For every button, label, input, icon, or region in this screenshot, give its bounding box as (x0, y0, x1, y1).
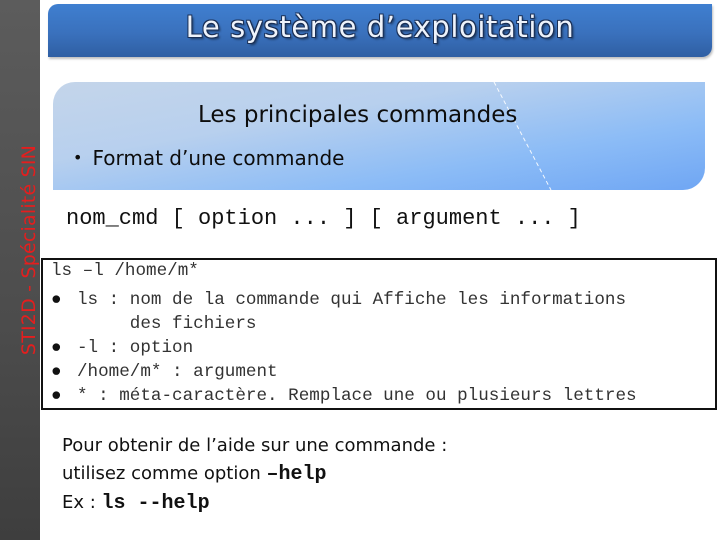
content-box: Les principales commandes • Format d’une … (53, 82, 705, 190)
example-command: ls –l /home/m* (51, 261, 199, 281)
example-bullet: ● /home/m* : argument (51, 362, 278, 382)
command-syntax: nom_cmd [ option ... ] [ argument ... ] (66, 206, 581, 231)
section-heading: Les principales commandes (198, 102, 518, 128)
dashed-divider (493, 82, 552, 190)
content-bullet: • Format d’une commande (73, 146, 344, 170)
bullet-text: Format d’une commande (92, 146, 345, 170)
example-bullet-continuation: des fichiers (51, 314, 257, 334)
example-bullet: ● ls : nom de la commande qui Affiche les… (51, 290, 626, 310)
help-line-1: Pour obtenir de l’aide sur une commande … (62, 435, 448, 456)
bullet-icon: ● (51, 338, 62, 358)
example-box: ls –l /home/m* ● ls : nom de la commande … (41, 258, 717, 410)
example-bullet: ● * : méta-caractère. Remplace une ou plu… (51, 386, 637, 406)
bullet-text: /home/m* : argument (77, 362, 278, 382)
bullet-text: ls : nom de la commande qui Affiche les … (77, 290, 627, 310)
sidebar-label: STI2D - Spécialité SIN (18, 144, 40, 356)
bullet-icon: ● (51, 362, 62, 382)
sidebar: STI2D - Spécialité SIN (0, 0, 40, 540)
bullet-icon: • (73, 148, 83, 167)
bullet-continuation-text: des fichiers (77, 314, 257, 334)
title-banner: Le système d’exploitation (48, 4, 712, 57)
help-line-2-text: utilisez comme option (62, 463, 267, 484)
help-line-2: utilisez comme option –help (62, 460, 447, 489)
bullet-text: -l : option (77, 338, 194, 358)
help-line-3-text: Ex : (62, 492, 102, 513)
bullet-icon: ● (51, 290, 62, 310)
help-line-3: Ex : ls --help (62, 489, 447, 518)
help-example-code: ls --help (101, 492, 210, 515)
slide-title: Le système d’exploitation (185, 10, 575, 44)
bullet-text: * : méta-caractère. Remplace une ou plus… (77, 386, 637, 406)
help-option-code: –help (266, 463, 327, 486)
example-bullet: ● -l : option (51, 338, 193, 358)
bullet-icon: ● (51, 386, 62, 406)
help-section: Pour obtenir de l’aide sur une commande … (62, 432, 447, 518)
